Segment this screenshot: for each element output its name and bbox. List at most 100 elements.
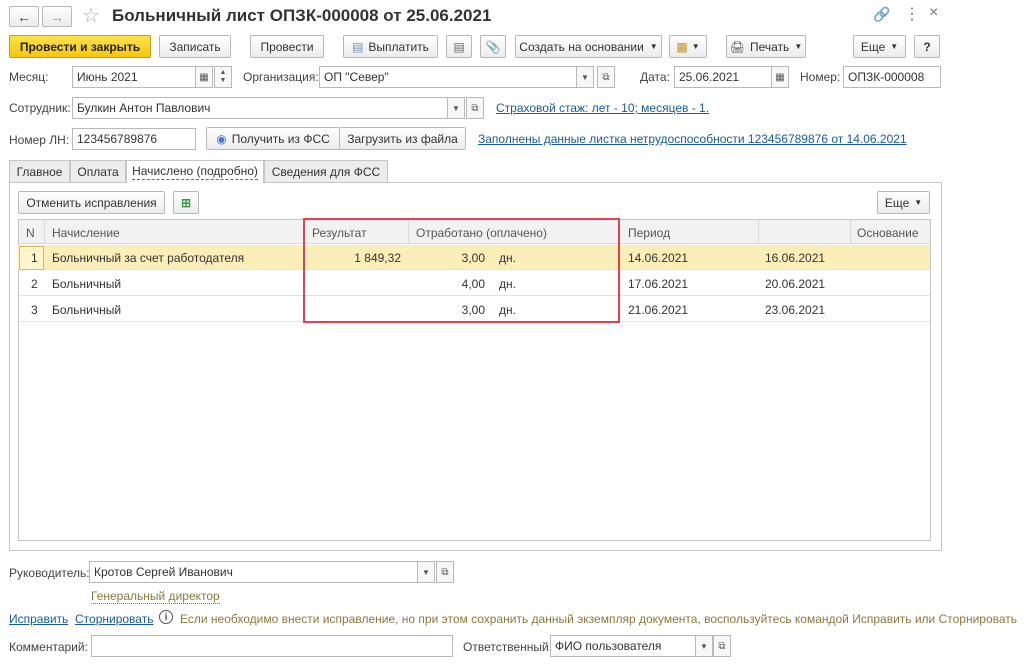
paperclip-icon: 📎 <box>485 39 501 54</box>
ln-number-label: Номер ЛН: <box>9 133 70 147</box>
open-link-icon: ⧉ <box>718 640 726 652</box>
ln-number-field[interactable]: 123456789876 <box>72 128 196 150</box>
dropdown-arrow-icon: ▼ <box>914 198 923 207</box>
tab-main[interactable]: Главное <box>9 160 70 182</box>
load-from-file-button[interactable]: Загрузить из файла <box>339 127 466 150</box>
chevron-down-icon: ▼ <box>422 567 430 577</box>
chevron-up-icon: ▲ <box>219 69 227 76</box>
row-n: 2 <box>31 277 38 291</box>
pay-button[interactable]: ▤ Выплатить <box>343 35 438 58</box>
row-period-to[interactable]: 23.06.2021 <box>765 303 825 317</box>
page-title: Больничный лист ОПЗК-000008 от 25.06.202… <box>112 6 492 25</box>
post-button[interactable]: Провести <box>250 35 324 58</box>
dropdown-arrow-icon: ▼ <box>691 42 700 51</box>
more-vertical-icon[interactable]: ⋮ <box>904 4 920 24</box>
employee-label: Сотрудник: <box>9 101 71 115</box>
back-button[interactable]: ← <box>9 6 39 27</box>
close-icon[interactable]: × <box>929 4 938 22</box>
comment-field[interactable] <box>91 635 453 657</box>
col-header-n[interactable]: N <box>26 226 35 240</box>
calendar-button[interactable]: ▦ <box>195 66 213 88</box>
fix-link[interactable]: Исправить <box>9 612 68 626</box>
open-link-icon: ⧉ <box>441 566 449 578</box>
row-accrual[interactable]: Больничный <box>52 303 121 317</box>
row-period-to[interactable]: 20.06.2021 <box>765 277 825 291</box>
col-header-basis[interactable]: Основание <box>857 226 919 240</box>
link-icon[interactable]: 🔗 <box>873 6 890 23</box>
attach-button[interactable]: 📎 <box>480 35 506 58</box>
employee-open-button[interactable]: ⧉ <box>466 97 484 119</box>
tab-fss-info[interactable]: Сведения для ФСС <box>264 160 388 182</box>
tab-accrued-detailed[interactable]: Начислено (подробно) <box>126 160 264 183</box>
chevron-down-icon: ▼ <box>700 641 708 651</box>
reverse-link[interactable]: Сторнировать <box>75 612 153 626</box>
more-button[interactable]: Еще ▼ <box>853 35 906 58</box>
org-field[interactable]: ОП "Север" <box>319 66 577 88</box>
employee-field[interactable]: Булкин Антон Павлович <box>72 97 448 119</box>
manager-dropdown-button[interactable]: ▼ <box>417 561 435 583</box>
arrow-right-icon: → <box>50 8 64 25</box>
chevron-down-icon: ▼ <box>219 77 227 84</box>
responsible-dropdown-button[interactable]: ▼ <box>695 635 713 657</box>
help-button[interactable]: ? <box>914 35 940 58</box>
org-label: Организация: <box>243 70 319 84</box>
row-period-from[interactable]: 21.06.2021 <box>628 303 688 317</box>
date-label: Дата: <box>640 70 670 84</box>
forward-button[interactable]: → <box>42 6 72 27</box>
manager-field[interactable]: Кротов Сергей Иванович <box>89 561 418 583</box>
open-link-icon: ⧉ <box>471 102 479 114</box>
cancel-corrections-button[interactable]: Отменить исправления <box>18 191 165 214</box>
manager-position: Генеральный директор <box>91 589 220 604</box>
dropdown-arrow-icon: ▼ <box>649 42 658 51</box>
month-stepper[interactable]: ▲ ▼ <box>214 66 232 88</box>
chevron-down-icon: ▼ <box>581 72 589 82</box>
row-period-from[interactable]: 14.06.2021 <box>628 251 688 265</box>
save-button[interactable]: Записать <box>159 35 231 58</box>
number-label: Номер: <box>800 70 841 84</box>
org-open-button[interactable]: ⧉ <box>597 66 615 88</box>
month-field[interactable]: Июнь 2021 <box>72 66 196 88</box>
journal-button[interactable]: ▤ <box>446 35 472 58</box>
create-based-button[interactable]: Создать на основании ▼ <box>515 35 662 58</box>
col-header-period[interactable]: Период <box>628 226 670 240</box>
info-text: Если необходимо внести исправление, но п… <box>180 612 1018 626</box>
date-field[interactable]: 25.06.2021 <box>674 66 772 88</box>
insurance-experience-link[interactable]: Страховой стаж: лет - 10; месяцев - 1. <box>496 101 709 115</box>
row-period-to[interactable]: 16.06.2021 <box>765 251 825 265</box>
filled-data-link[interactable]: Заполнены данные листка нетрудоспособнос… <box>478 132 907 146</box>
highlight-box <box>303 218 620 323</box>
calendar-icon: ▦ <box>199 71 209 83</box>
pay-icon: ▤ <box>352 39 364 54</box>
org-dropdown-button[interactable]: ▼ <box>576 66 594 88</box>
responsible-open-button[interactable]: ⧉ <box>713 635 731 657</box>
date-calendar-button[interactable]: ▦ <box>771 66 789 88</box>
dropdown-arrow-icon: ▼ <box>890 42 899 51</box>
get-from-fss-button[interactable]: ◉ Получить из ФСС <box>206 127 340 150</box>
row-n: 1 <box>31 251 38 265</box>
dropdown-arrow-icon: ▼ <box>794 42 803 51</box>
print-button[interactable]: 🖨 Печать ▼ <box>726 35 806 58</box>
employee-dropdown-button[interactable]: ▼ <box>447 97 465 119</box>
row-n: 3 <box>31 303 38 317</box>
manager-open-button[interactable]: ⧉ <box>436 561 454 583</box>
info-icon: i <box>159 610 173 624</box>
structure-button[interactable]: ▩ ▼ <box>669 35 707 58</box>
row-period-from[interactable]: 17.06.2021 <box>628 277 688 291</box>
row-accrual[interactable]: Больничный <box>52 277 121 291</box>
comment-label: Комментарий: <box>9 640 88 654</box>
responsible-field[interactable]: ФИО пользователя <box>550 635 696 657</box>
number-field[interactable]: ОПЗК-000008 <box>843 66 941 88</box>
add-row-button[interactable]: ⊞ <box>173 191 199 214</box>
manager-label: Руководитель: <box>9 566 90 580</box>
col-header-accrual[interactable]: Начисление <box>52 226 120 240</box>
printer-icon: 🖨 <box>729 39 745 54</box>
list-icon: ▤ <box>453 39 465 54</box>
star-favorite-icon[interactable]: ☆ <box>82 3 100 28</box>
grid-more-button[interactable]: Еще ▼ <box>877 191 930 214</box>
open-link-icon: ⧉ <box>602 71 610 83</box>
tab-payment[interactable]: Оплата <box>70 160 126 182</box>
row-accrual[interactable]: Больничный за счет работодателя <box>52 251 244 265</box>
responsible-label: Ответственный: <box>463 640 553 654</box>
fss-icon: ◉ <box>216 131 227 146</box>
post-and-close-button[interactable]: Провести и закрыть <box>9 35 151 58</box>
